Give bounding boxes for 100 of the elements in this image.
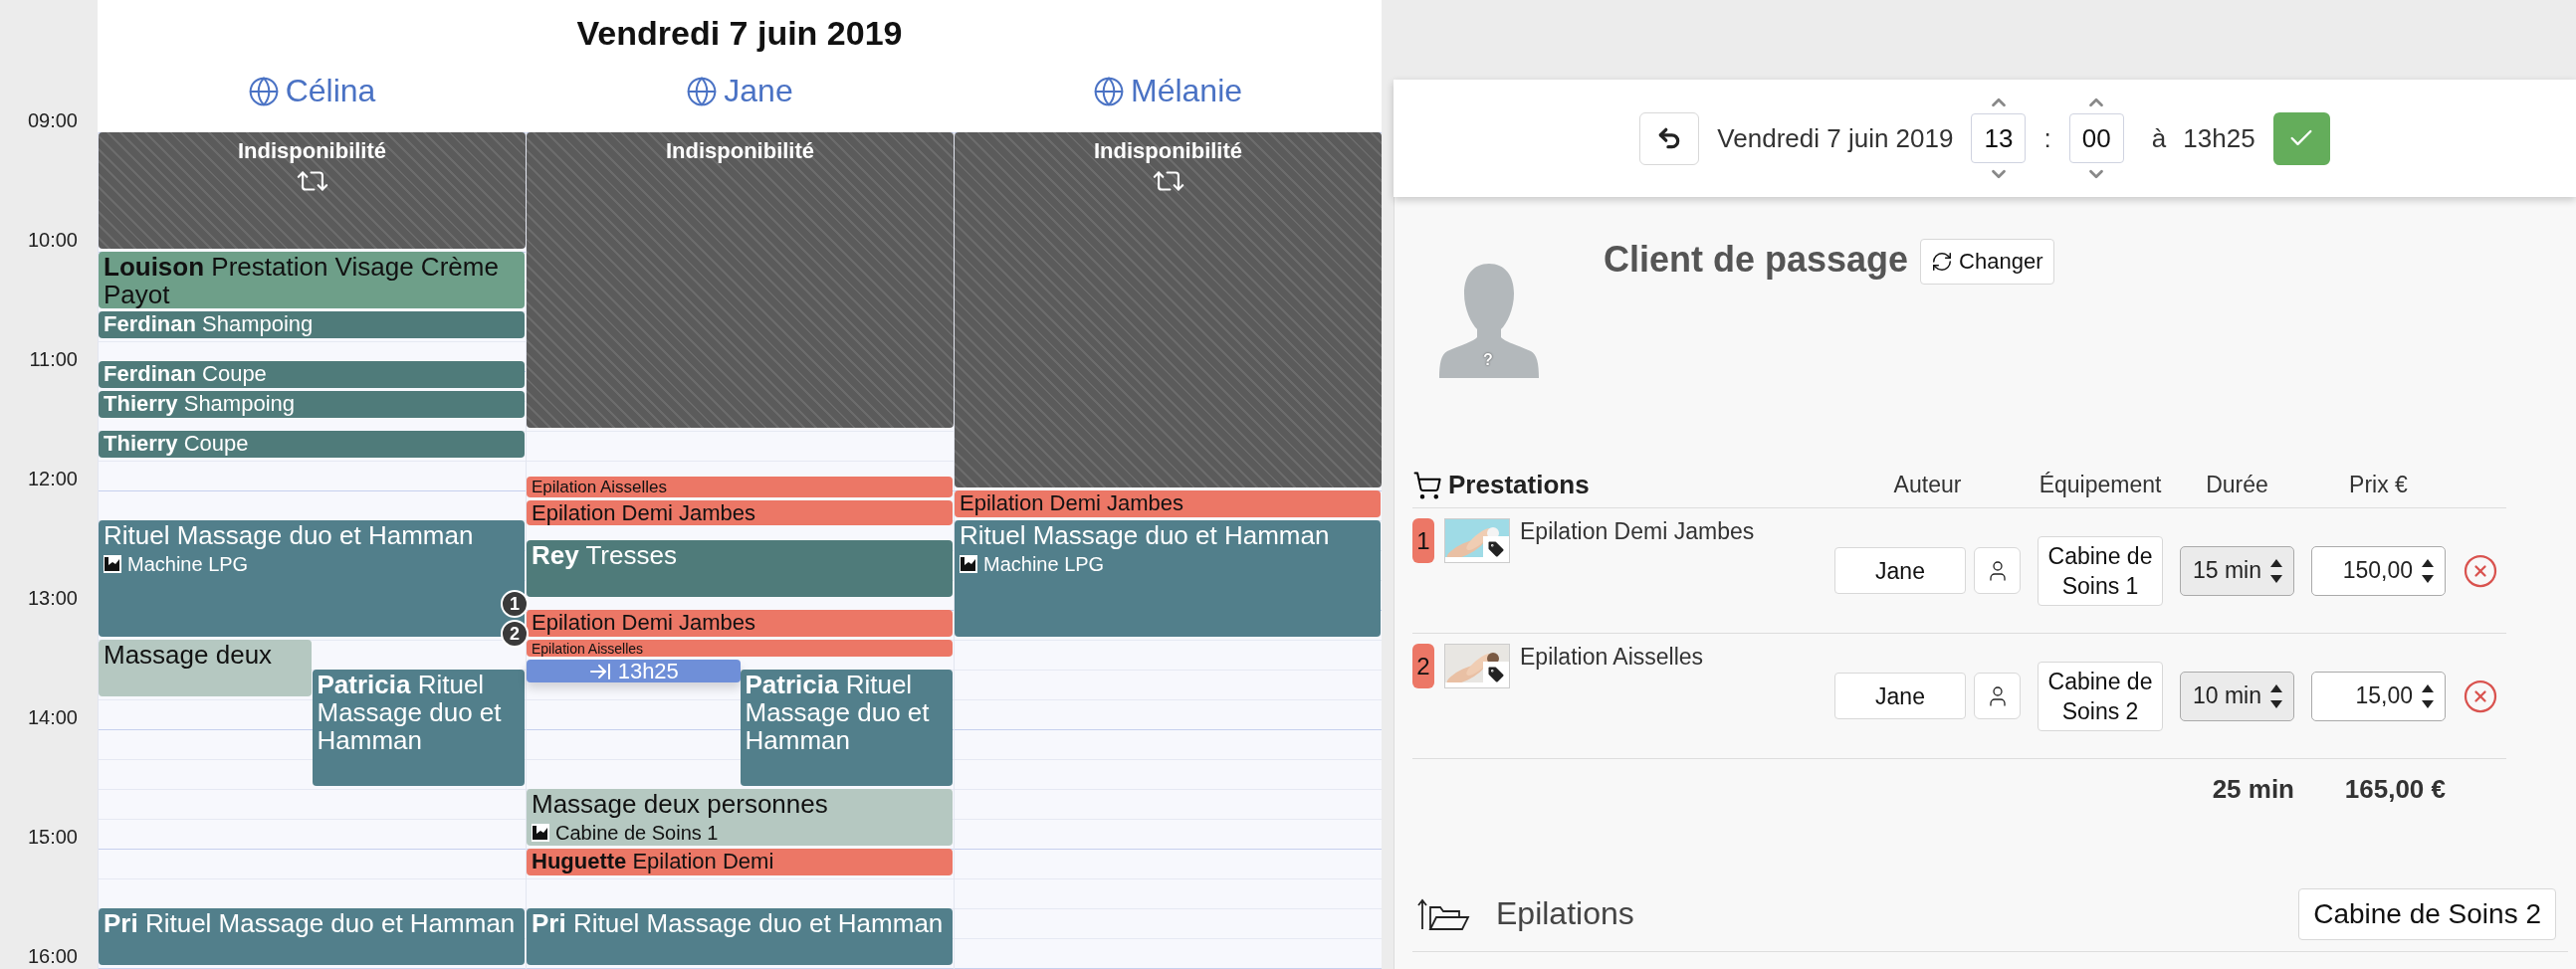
unavailable-label: Indisponibilité [237, 138, 387, 164]
appointment-block[interactable]: Pri Rituel Massage duo et Hamman [527, 908, 953, 965]
hour-label: 11:00 [29, 349, 78, 369]
confirm-button[interactable] [2272, 111, 2330, 165]
appointment-block[interactable]: Thierry Shampoing [99, 391, 525, 418]
staff-name: Célina [285, 73, 376, 109]
staff-name: Mélanie [1130, 73, 1243, 109]
tag-icon [1486, 665, 1506, 684]
equipment-icon [104, 555, 121, 573]
appointment-title: Pri Rituel Massage duo et Hamman [532, 909, 945, 937]
column-header: Prix € [2348, 472, 2409, 498]
minute-field[interactable]: 00 [2068, 113, 2124, 163]
appointment-block[interactable]: Rituel Massage duo et Hamman Machine LPG [955, 520, 1381, 637]
total-duration: 25 min [2211, 773, 2294, 805]
category-equipment-button[interactable]: Cabine de Soins 2 [2298, 887, 2556, 940]
equipment-label: Machine LPG [127, 553, 249, 575]
tag-icon [1486, 539, 1506, 559]
service-name: Epilation Aisselles [1520, 644, 1704, 671]
hour-label: 09:00 [27, 110, 78, 130]
category-name: Epilations [1496, 895, 1634, 932]
appointment-block[interactable]: Rey Tresses [527, 540, 953, 597]
equipment-label: Machine LPG [983, 553, 1105, 575]
appointment-block[interactable]: Ferdinan Shampoing [99, 311, 525, 338]
column-header: Équipement [2038, 472, 2163, 498]
equipment-button[interactable]: Cabine de Soins 2 [2038, 661, 2163, 731]
duration-field[interactable]: 10 min [2180, 671, 2294, 721]
equipment-icon [532, 824, 549, 842]
appointment-title: Rey Tresses [532, 541, 678, 569]
refresh-icon [1931, 251, 1954, 273]
appointment-title: Rituel Massage duo et Hamman [960, 521, 1331, 549]
price-field[interactable]: 150,00 [2311, 545, 2446, 596]
appointment-block[interactable]: Patricia Rituel Massage duo et Hamman [312, 670, 525, 786]
appointment-title: Thierry Coupe [104, 432, 250, 456]
hour-label: 14:00 [27, 707, 78, 727]
appointment-title: Pri Rituel Massage duo et Hamman [104, 909, 517, 937]
appointment-block[interactable]: Pri Rituel Massage duo et Hamman [99, 908, 525, 965]
hour-label: 12:00 [27, 469, 78, 488]
end-time: à 13h25 [2151, 122, 2255, 154]
person-button[interactable] [1974, 673, 2021, 719]
change-client-button[interactable]: Changer [1920, 239, 2054, 285]
appointment-title: Massage deux personnes [532, 790, 829, 818]
appointment-block[interactable]: Ferdinan Coupe [99, 361, 525, 388]
duration-field[interactable]: 15 min [2180, 545, 2294, 596]
appointment-title: Epilation Demi Jambes [960, 491, 1184, 515]
author-button[interactable]: Jane [1834, 547, 1966, 594]
appointment-title: Patricia Rituel Massage duo et Hamman [745, 671, 931, 754]
appointment-block[interactable]: Epilation Demi Jambes [527, 610, 953, 637]
service-name: Epilation Demi Jambes [1520, 518, 1755, 545]
equipment-button[interactable]: Cabine de Soins 1 [2038, 535, 2163, 606]
appointment-block[interactable]: Huguette Epilation Demi [527, 849, 953, 875]
hour-label: 16:00 [27, 946, 78, 966]
appointment-title: Thierry Shampoing [104, 392, 296, 416]
appointment-block[interactable]: Epilation Aisselles [527, 640, 953, 657]
order-badge: 2 [1412, 644, 1434, 688]
appointment-title: Ferdinan Shampoing [104, 312, 315, 336]
appointment-block[interactable]: Massage deux personnes Cabine de Soins 1 [527, 789, 953, 846]
time-separator: : [2043, 122, 2051, 154]
appointment-block[interactable]: Epilation Demi Jambes [955, 490, 1381, 517]
hour-field[interactable]: 13 [1971, 113, 2027, 163]
hour-label: 13:00 [27, 588, 78, 608]
appointment-block[interactable]: Thierry Coupe [99, 431, 525, 458]
appointment-date: Vendredi 7 juin 2019 [1717, 122, 1954, 154]
order-badge: 1 [1412, 518, 1434, 563]
total-price: 165,00 € [2343, 773, 2446, 805]
cart-icon [1412, 470, 1442, 500]
appointment-title: Ferdinan Coupe [104, 362, 268, 386]
globe-icon [686, 75, 719, 107]
avatar-mark: ? [1483, 351, 1493, 369]
close-icon [2463, 678, 2498, 714]
appointment-title: Epilation Aisselles [532, 478, 669, 496]
equipment-icon [960, 555, 977, 573]
services-title: Prestations [1448, 470, 1590, 500]
appointment-title: Rituel Massage duo et Hamman [104, 521, 475, 549]
appointment-title: Huguette Epilation Demi [532, 850, 775, 873]
equipment-label: Cabine de Soins 1 [555, 822, 719, 844]
folder-arrow-icon [1416, 896, 1472, 931]
unavailable-label: Indisponibilité [665, 138, 815, 164]
appointment-block[interactable]: Massage deux [99, 640, 312, 696]
appointment-block[interactable]: Epilation Aisselles [527, 477, 953, 497]
column-header: Auteur [1892, 472, 1963, 498]
hour-label: 10:00 [27, 230, 78, 250]
appointment-title: Epilation Demi Jambes [532, 611, 756, 635]
unavailable-label: Indisponibilité [1093, 138, 1243, 164]
back-button[interactable] [1639, 111, 1700, 165]
person-button[interactable] [1974, 547, 2021, 594]
author-button[interactable]: Jane [1834, 673, 1966, 719]
appointment-title: Massage deux [104, 641, 274, 669]
hour-label: 15:00 [27, 827, 78, 847]
column-header: Durée [2205, 472, 2269, 498]
globe-icon [247, 75, 280, 107]
client-name: Client de passage [1604, 239, 1909, 282]
appointment-block[interactable]: Patricia Rituel Massage duo et Hamman [740, 670, 953, 786]
appointment-title: Epilation Aisselles [532, 641, 645, 657]
appointment-title: Patricia Rituel Massage duo et Hamman [317, 671, 503, 754]
staff-name: Jane [724, 73, 793, 109]
calendar-title: Vendredi 7 juin 2019 [576, 14, 903, 53]
close-icon [2463, 552, 2498, 589]
appointment-title: Epilation Demi Jambes [532, 501, 756, 525]
price-field[interactable]: 15,00 [2311, 671, 2446, 721]
appointment-block[interactable]: Epilation Demi Jambes [527, 500, 953, 525]
